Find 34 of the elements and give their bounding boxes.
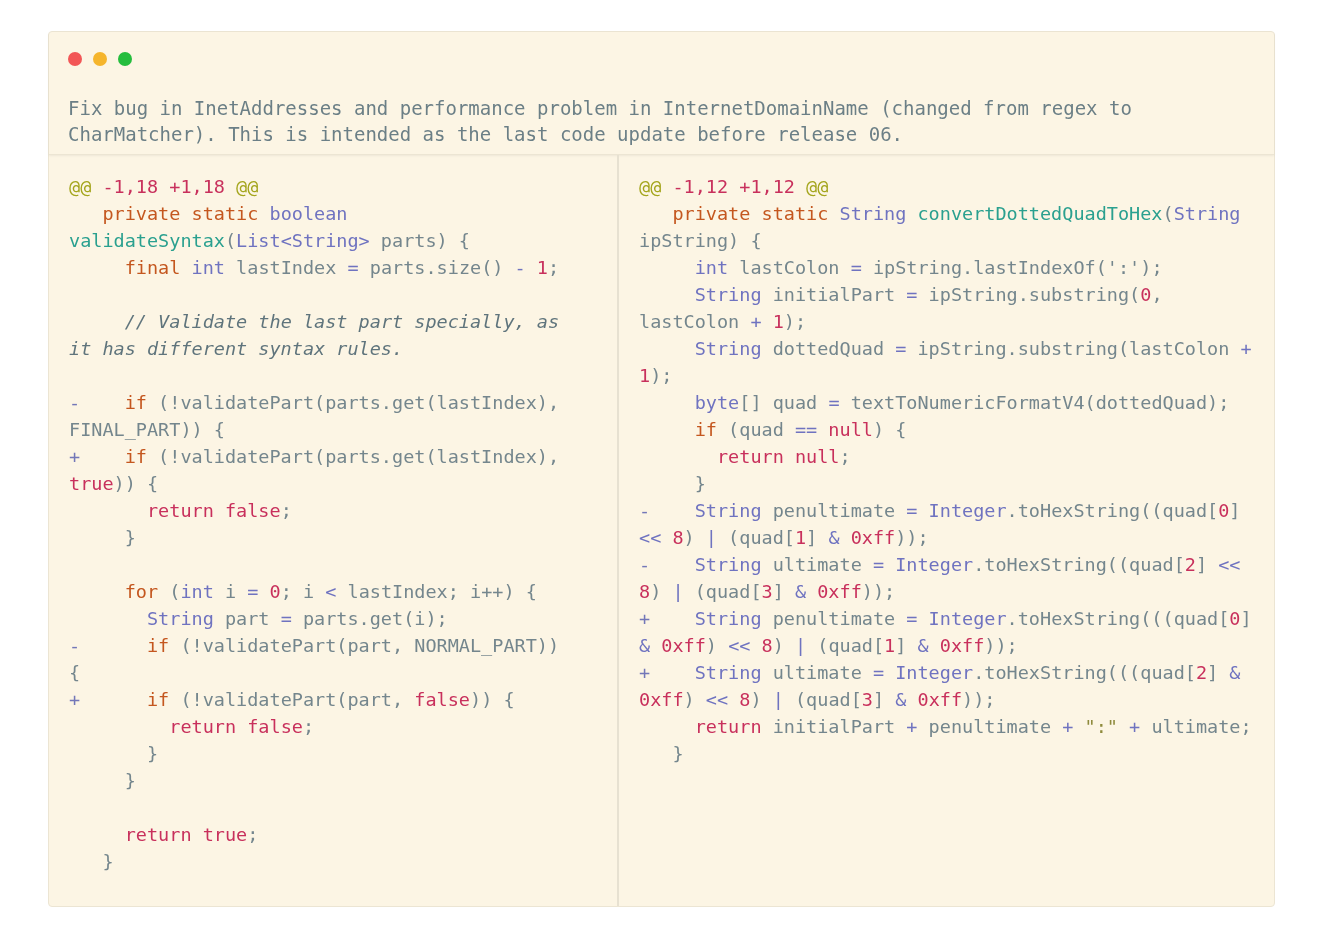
code-line: final int lastIndex = parts.size() - 1; [123,256,561,280]
close-button[interactable] [68,52,82,66]
code-line: return false; [145,499,293,523]
code-line: + if (!validatePart(part, false)) { [69,688,516,712]
code-line: return initialPart + penultimate + ":" + ultimate; [693,715,1253,739]
code-line: return null; [715,445,852,469]
code-line: @@ -1,12 +1,12 @@ [639,175,830,199]
code-line: String part = parts.get(i); [145,607,449,631]
code-line: return false; [168,715,316,739]
commit-message: Fix bug in InetAddresses and performance problem in InternetDomainName (changed from regex to CharMatcher). This is intended as the last code update before release 06. [68,96,1133,147]
code-line: String dottedQuad = ipString.substring(lastColon + 1); [639,337,1253,388]
code-line: - String ultimate = Integer.toHexString((quad[2] << 8) | (quad[3] & 0xff)); [639,553,1242,604]
code-line: - if (!validatePart(parts.get(lastIndex), FINAL_PART)) { [69,391,561,442]
code-line: } [693,472,707,496]
minimize-button[interactable] [93,52,107,66]
code-line: int lastColon = ipString.lastIndexOf(':'); [693,256,1164,280]
code-line: + if (!validatePart(parts.get(lastIndex), true)) { [69,445,561,496]
code-line: + String penultimate = Integer.toHexString(((quad[0] & 0xff) << 8) | (quad[1] & 0xff)); [639,607,1253,658]
code-line: } [671,742,685,766]
code-line: // Validate the last part specially, as it has different syntax rules. [69,310,561,361]
code-line: } [101,850,115,874]
code-line: } [145,742,160,766]
code-line: byte[] quad = textToNumericFormatV4(dottedQuad); [693,391,1231,415]
code-line: - if (!validatePart(part, NORMAL_PART)) { [69,634,561,685]
maximize-button[interactable] [118,52,132,66]
code-line: String initialPart = ipString.substring(0, lastColon + 1); [639,283,1164,334]
code-line: + String ultimate = Integer.toHexString(((quad[2] & 0xff) << 8) | (quad[3] & 0xff)); [639,661,1242,712]
code-line: return true; [123,823,260,847]
code-line: } [123,526,137,550]
code-line: } [123,769,137,793]
code-line: - String penultimate = Integer.toHexString((quad[0] << 8) | (quad[1] & 0xff)); [639,499,1242,550]
code-line: for (int i = 0; i < lastIndex; i++) { [123,580,538,604]
code-line: @@ -1,18 +1,18 @@ [69,175,260,199]
code-line: if (quad == null) { [693,418,908,442]
